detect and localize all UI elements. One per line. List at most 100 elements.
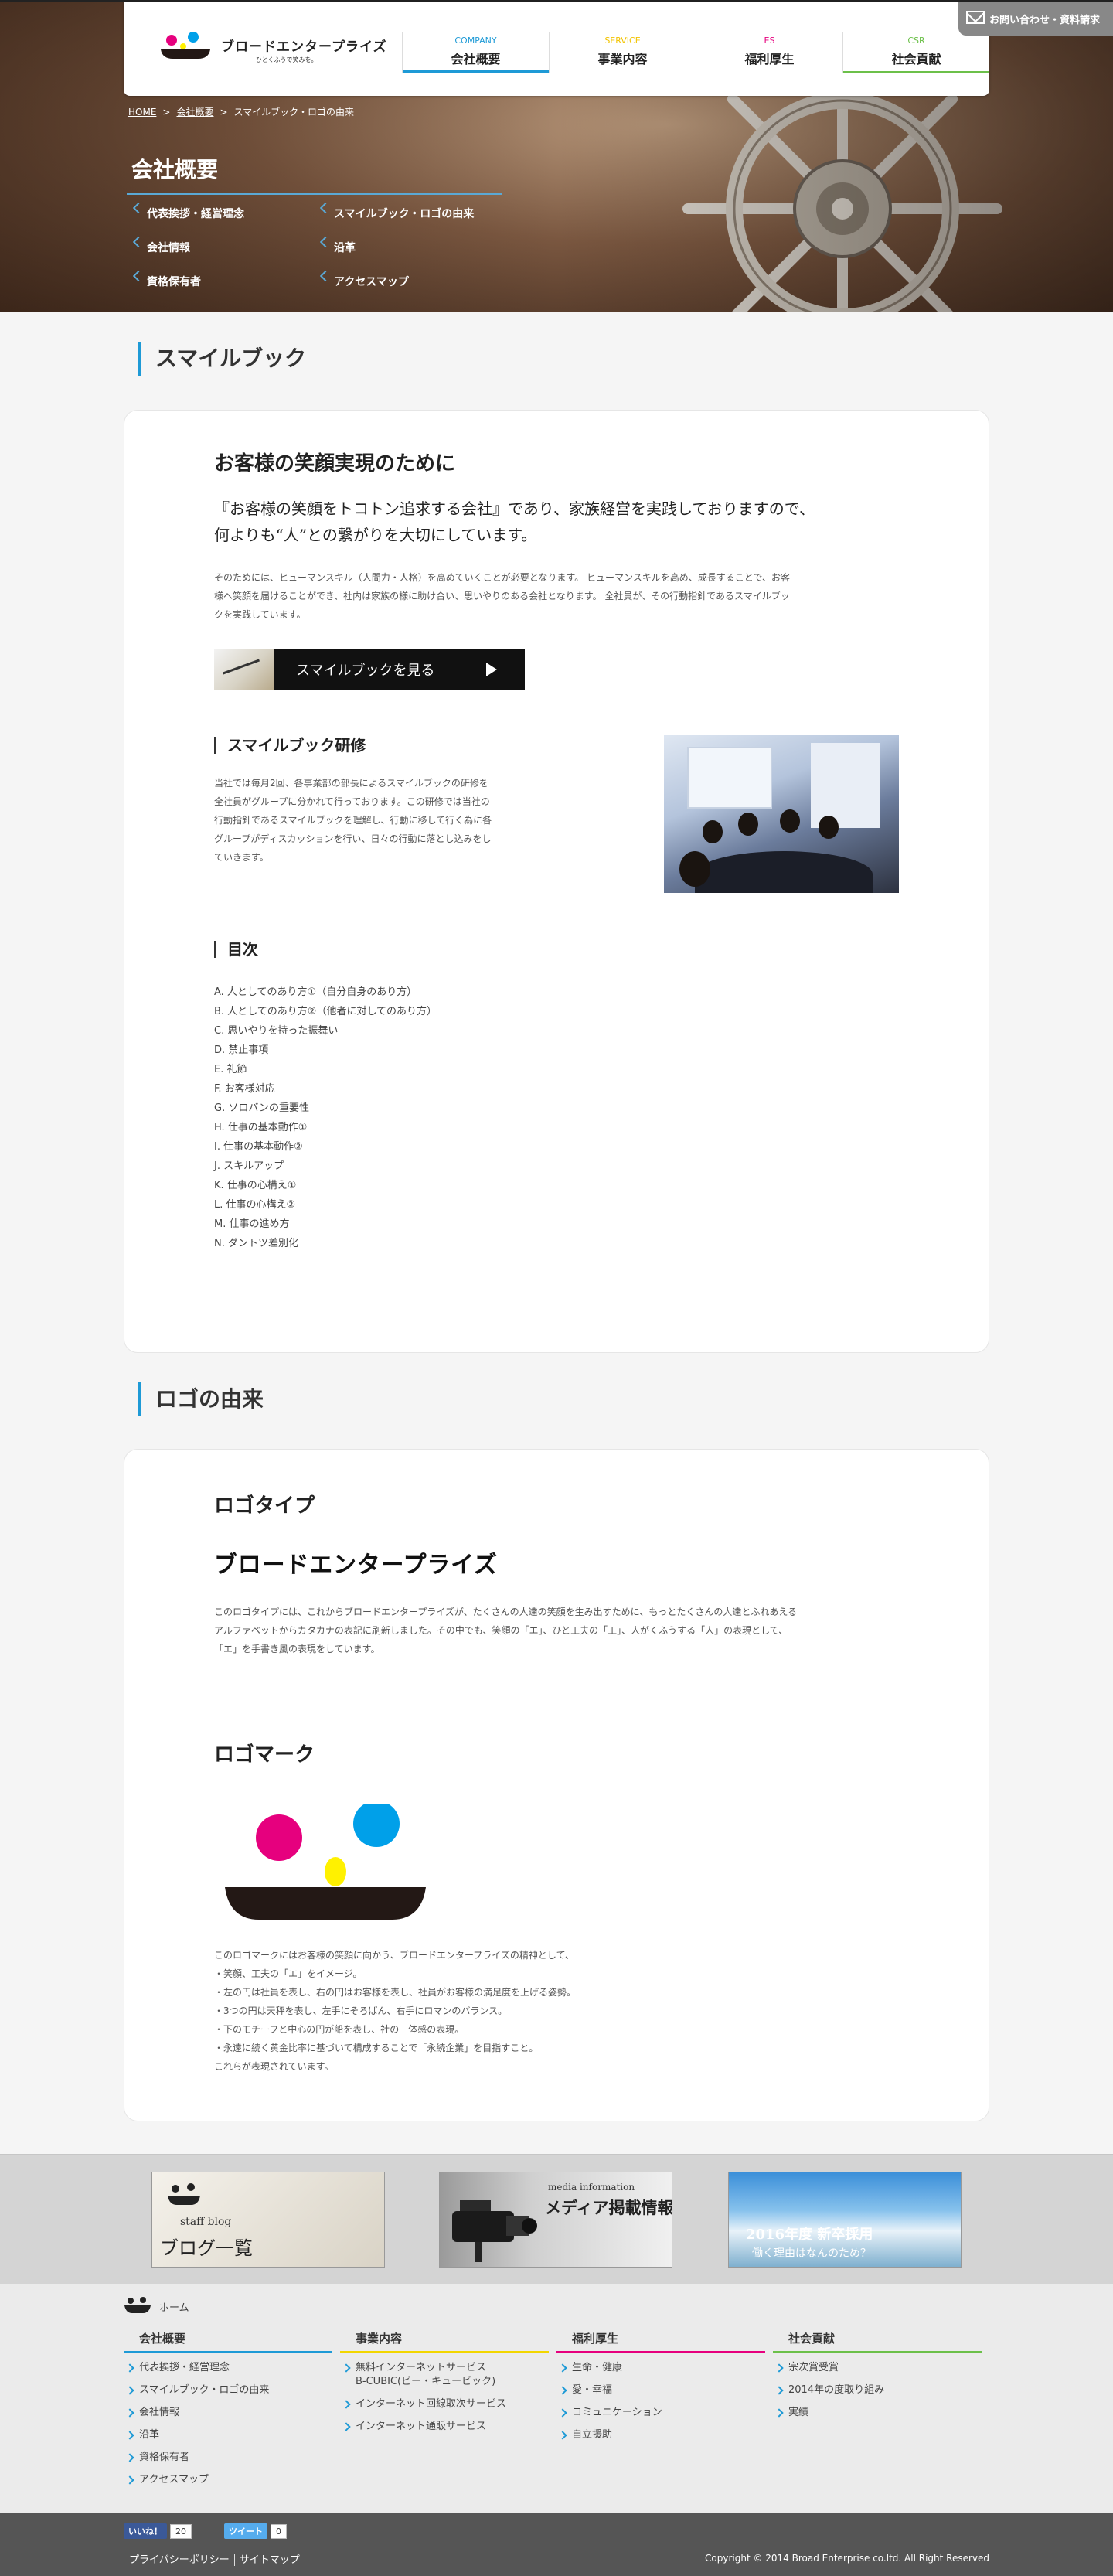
toc-title: 目次 bbox=[214, 941, 258, 958]
nav-csr-label: 社会貢献 bbox=[891, 52, 941, 66]
like-count: 20 bbox=[170, 2524, 192, 2539]
banner-area: staff blog ブログ一覧 media information メディア掲… bbox=[0, 2154, 1113, 2284]
logo-mark-image bbox=[225, 1804, 426, 1920]
footer-link[interactable]: 生命・健康 bbox=[556, 2361, 765, 2375]
toc-item: M. 仕事の進め方 bbox=[214, 1218, 290, 1230]
global-nav: COMPANY 会社概要 SERVICE 事業内容 ES 福利厚生 CSR 社会… bbox=[402, 32, 989, 73]
footer-home-link[interactable]: ホーム bbox=[124, 2299, 189, 2314]
footer-link[interactable]: 会社情報 bbox=[124, 2406, 332, 2420]
training-line: グループがディスカッションを行い、日々の行動に落とし込みをし bbox=[214, 833, 492, 844]
footer-link[interactable]: 愛・幸福 bbox=[556, 2383, 765, 2397]
footer-link[interactable]: スマイルブック・ロゴの由来 bbox=[124, 2383, 332, 2397]
site-logo[interactable]: ブロードエンタープライズ ひとくふうで笑みを。 bbox=[159, 31, 386, 70]
toc-item: C. 思いやりを持った振舞い bbox=[214, 1025, 339, 1037]
privacy-link[interactable]: プライバシーポリシー bbox=[124, 2554, 235, 2566]
nav-company[interactable]: COMPANY 会社概要 bbox=[402, 32, 549, 73]
footer-nav: ホーム 会社概要 代表挨拶・経営理念 スマイルブック・ロゴの由来 会社情報 沿革… bbox=[0, 2284, 1113, 2513]
footer-links: プライバシーポリシー サイトマップ bbox=[124, 2551, 305, 2566]
breadcrumb-home[interactable]: HOME bbox=[128, 107, 156, 118]
logo-card: ロゴタイプ ブロードエンタープライズ このロゴタイプには、これからブロードエンタ… bbox=[124, 1449, 989, 2121]
nav-service-en: SERVICE bbox=[604, 36, 641, 46]
subnav-access[interactable]: アクセスマップ bbox=[325, 274, 409, 289]
lead-line: 『お客様の笑顔をトコトン追求する会社』であり、家族経営を実践しておりますので、 bbox=[214, 499, 815, 518]
logomark-line: ・永遠に続く黄金比率に基づいて構成することで「永続企業」を目指すこと。 bbox=[214, 2043, 539, 2053]
logomark-line: ・下のモチーフと中心の円が船を表し、社の一体感の表現。 bbox=[214, 2024, 465, 2035]
footer-col-company: 会社概要 代表挨拶・経営理念 スマイルブック・ロゴの由来 会社情報 沿革 資格保… bbox=[124, 2330, 332, 2487]
training-title: スマイルブック研修 bbox=[214, 737, 366, 754]
media-banner[interactable]: media information メディア掲載情報 bbox=[439, 2172, 672, 2268]
nav-service-label: 事業内容 bbox=[597, 52, 648, 66]
footer-link[interactable]: インターネット通販サービス bbox=[340, 2420, 549, 2434]
lead-line: 何よりも“人”との繋がりを大切にしています。 bbox=[214, 526, 537, 544]
nav-es-label: 福利厚生 bbox=[744, 52, 795, 66]
video-camera-icon bbox=[452, 2200, 537, 2262]
smilebook-body: そのためには、ヒューマンスキル（人間力・人格）を高めていくことが必要となります。… bbox=[214, 568, 790, 624]
footer-link[interactable]: 2014年の度取り組み bbox=[773, 2383, 982, 2397]
recruit-banner[interactable]: 2016年度 新卒採用 働く理由はなんのため？ bbox=[728, 2172, 962, 2268]
tweet-button[interactable]: ツイート 0 bbox=[224, 2523, 287, 2539]
logomark-line: ・左の円は社員を表し、右の円はお客様を表し、社員がお客様の満足度を上げる姿勢。 bbox=[214, 1987, 577, 1998]
footer-col-title: 会社概要 bbox=[124, 2330, 332, 2353]
envelope-icon bbox=[966, 11, 985, 24]
subnav-company-info[interactable]: 会社情報 bbox=[138, 240, 190, 255]
nav-company-label: 会社概要 bbox=[451, 52, 501, 66]
footer-bottom: いいね！ 20 ツイート 0 プライバシーポリシー サイトマップ Copyright … bbox=[0, 2513, 1113, 2576]
toc-item: B. 人としてのあり方②（他者に対してのあり方） bbox=[214, 1006, 437, 1017]
body-line: そのためには、ヒューマンスキル（人間力・人格）を高めていくことが必要となります。… bbox=[214, 572, 790, 583]
logomark-text: このロゴマークにはお客様の笑顔に向かう、ブロードエンタープライズの精神として、 … bbox=[214, 1946, 576, 2076]
footer-col-title: 事業内容 bbox=[340, 2330, 549, 2353]
footer-link[interactable]: 無料インターネットサービス B-CUBIC(ビー・キュービック) bbox=[340, 2361, 549, 2389]
nav-es[interactable]: ES 福利厚生 bbox=[696, 32, 842, 73]
view-smilebook-label: スマイルブックを見る bbox=[296, 663, 435, 679]
footer-link-sub: B-CUBIC(ビー・キュービック) bbox=[356, 2376, 496, 2387]
subnav-history[interactable]: 沿革 bbox=[325, 240, 356, 255]
subnav-qualified[interactable]: 資格保有者 bbox=[138, 274, 201, 289]
subnav-smilebook[interactable]: スマイルブック・ロゴの由来 bbox=[325, 206, 474, 221]
breadcrumb-current: スマイルブック・ロゴの由来 bbox=[233, 107, 354, 118]
nav-csr[interactable]: CSR 社会貢献 bbox=[842, 32, 989, 73]
nav-csr-underline bbox=[843, 71, 989, 73]
footer-link[interactable]: 代表挨拶・経営理念 bbox=[124, 2361, 332, 2375]
footer-link[interactable]: 沿革 bbox=[124, 2428, 332, 2442]
staff-icon bbox=[168, 2183, 200, 2205]
view-smilebook-button[interactable]: スマイルブックを見る bbox=[214, 649, 525, 690]
footer-link[interactable]: 実績 bbox=[773, 2406, 982, 2420]
footer-link[interactable]: 自立援助 bbox=[556, 2428, 765, 2442]
footer-link[interactable]: 資格保有者 bbox=[124, 2451, 332, 2465]
nav-company-en: COMPANY bbox=[454, 36, 497, 46]
media-banner-title: メディア掲載情報 bbox=[545, 2198, 672, 2217]
tweet-count: 0 bbox=[271, 2524, 287, 2539]
breadcrumb: HOME > 会社概要 > スマイルブック・ロゴの由来 bbox=[128, 105, 354, 118]
section-title-smilebook: スマイルブック bbox=[138, 342, 306, 376]
logomark-line: ・笑顔、工夫の「エ」をイメージ。 bbox=[214, 1968, 362, 1979]
like-button: いいね！ bbox=[124, 2523, 167, 2539]
body-line: クを実践しています。 bbox=[214, 609, 306, 620]
subnav-greeting[interactable]: 代表挨拶・経営理念 bbox=[138, 206, 244, 221]
facebook-like[interactable]: いいね！ 20 bbox=[124, 2523, 192, 2539]
footer-link[interactable]: インターネット回線取次サービス bbox=[340, 2397, 549, 2411]
footer-col-csr: 社会貢献 宗次賞受賞 2014年の度取り組み 実績 bbox=[773, 2330, 982, 2420]
contact-button[interactable]: お問い合わせ・資料請求 bbox=[958, 2, 1113, 36]
header-nav: ブロードエンタープライズ ひとくふうで笑みを。 COMPANY 会社概要 SER… bbox=[124, 2, 989, 96]
logotype-line: アルファベットからカタカナの表記に刷新しました。その中でも、笑顔の「エ」、ひと工… bbox=[214, 1625, 788, 1636]
sitemap-link[interactable]: サイトマップ bbox=[234, 2554, 305, 2566]
footer-link[interactable]: コミュニケーション bbox=[556, 2406, 765, 2420]
nav-csr-en: CSR bbox=[907, 36, 925, 46]
training-line: ていきます。 bbox=[214, 852, 269, 863]
footer-link[interactable]: アクセスマップ bbox=[124, 2473, 332, 2487]
logotype-image: ブロードエンタープライズ bbox=[214, 1552, 497, 1576]
toc-item: F. お客様対応 bbox=[214, 1083, 275, 1095]
training-text: 当社では毎月2回、各事業部の部長によるスマイルブックの研修を 全社員がグループに… bbox=[214, 774, 492, 867]
toc-item: H. 仕事の基本動作① bbox=[214, 1122, 308, 1133]
copyright: Copyright © 2014 Broad Enterprise co.ltd… bbox=[705, 2553, 989, 2564]
nav-service[interactable]: SERVICE 事業内容 bbox=[549, 32, 696, 73]
recruit-banner-sub: 働く理由はなんのため？ bbox=[752, 2247, 871, 2260]
toc-item: J. スキルアップ bbox=[214, 1160, 284, 1172]
logotype-wordmark: ブロードエンタープライズ bbox=[214, 1552, 497, 1576]
breadcrumb-company[interactable]: 会社概要 bbox=[176, 107, 213, 118]
blog-banner[interactable]: staff blog ブログ一覧 bbox=[151, 2172, 385, 2268]
toc-item: I. 仕事の基本動作② bbox=[214, 1141, 303, 1153]
logomark-title: ロゴマーク bbox=[214, 1743, 315, 1767]
toc-item: K. 仕事の心構え① bbox=[214, 1180, 297, 1191]
footer-link[interactable]: 宗次賞受賞 bbox=[773, 2361, 982, 2375]
